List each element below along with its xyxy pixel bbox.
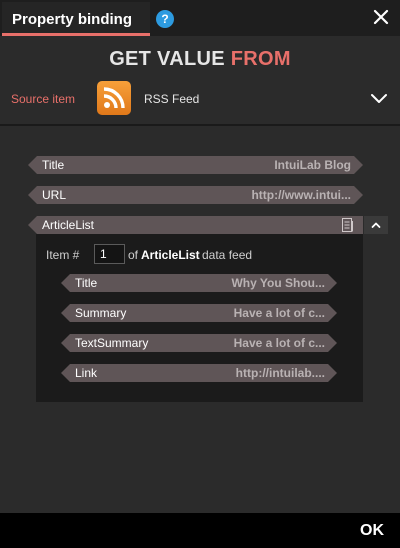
chevron-down-icon[interactable] [369,88,389,108]
ok-button[interactable]: OK [360,522,384,540]
articlelist-panel: Item # of ArticleList data feed Title Wh… [36,234,363,402]
field-value: http://intuilab.... [235,366,325,380]
field-pill-textsummary[interactable]: TextSummary Have a lot of c... [61,334,337,352]
feed-name: ArticleList [141,248,200,262]
field-value: Have a lot of c... [233,336,325,350]
heading-get-value: GET VALUE [109,48,225,70]
heading-from: FROM [230,48,291,70]
dialog-title: Property binding [12,11,132,28]
property-pill-title[interactable]: Title IntuiLab Blog [28,156,363,174]
divider [0,124,400,126]
rss-icon [97,81,131,115]
property-label: URL [42,188,67,202]
item-of: of [128,248,139,262]
field-label: Title [75,276,98,290]
item-suffix: data feed [202,248,253,262]
item-prefix: Item # [46,248,80,262]
item-number-input[interactable] [94,244,125,264]
property-pill-url[interactable]: URL http://www.intui... [28,186,363,204]
footer-bar: OK [0,513,400,548]
property-value: IntuiLab Blog [274,158,351,172]
field-pill-summary[interactable]: Summary Have a lot of c... [61,304,337,322]
source-item-label: Source item [11,92,76,106]
field-label: Link [75,366,98,380]
source-item-selector[interactable]: Source item RSS Feed [0,80,400,120]
field-pill-link[interactable]: Link http://intuilab.... [61,364,337,382]
help-icon[interactable]: ? [156,10,174,28]
field-label: TextSummary [75,336,149,350]
field-value: Have a lot of c... [233,306,325,320]
property-pill-articlelist[interactable]: ArticleList [28,216,363,234]
chevron-up-icon [371,222,381,228]
field-pill-title[interactable]: Title Why You Shou... [61,274,337,292]
list-icon [342,218,353,232]
property-value: http://www.intui... [251,188,351,202]
close-icon[interactable] [370,6,392,28]
page-heading: GET VALUE FROM [0,48,400,71]
title-bar: Property binding ? [0,0,400,36]
property-binding-dialog: Property binding ? GET VALUE FROM Source… [0,0,400,548]
field-value: Why You Shou... [231,276,325,290]
property-label: Title [42,158,65,172]
field-label: Summary [75,306,127,320]
collapse-button[interactable] [364,216,388,234]
dialog-tab[interactable]: Property binding [2,2,150,36]
tab-underline [2,33,150,36]
property-label: ArticleList [42,218,95,232]
source-item-name: RSS Feed [144,92,200,106]
